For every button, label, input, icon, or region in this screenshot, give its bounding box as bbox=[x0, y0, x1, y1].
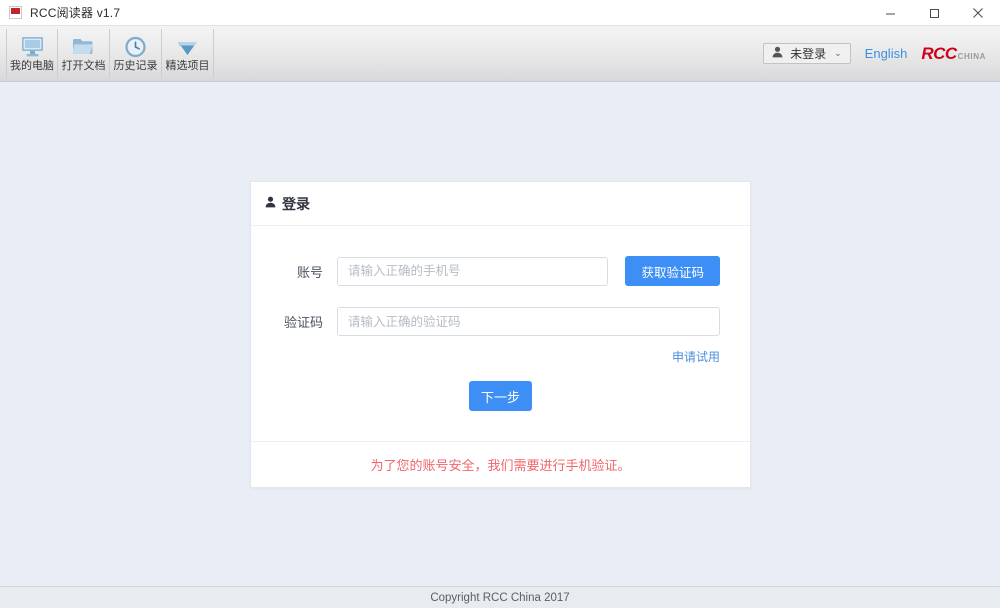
login-card-footer: 为了您的账号安全，我们需要进行手机验证。 bbox=[251, 441, 750, 487]
toolbar-button-history[interactable]: 历史记录 bbox=[110, 29, 162, 78]
folder-icon bbox=[71, 34, 96, 58]
minimize-icon[interactable] bbox=[868, 0, 912, 26]
logo-main-text: RCC bbox=[921, 43, 957, 63]
rcc-china-logo: RCC CHINA bbox=[921, 44, 986, 64]
toolbar-button-open-document[interactable]: 打开文档 bbox=[58, 29, 110, 78]
user-account-dropdown[interactable]: 未登录 ⌄ bbox=[763, 43, 851, 64]
close-icon[interactable] bbox=[956, 0, 1000, 26]
user-status-label: 未登录 bbox=[790, 47, 827, 61]
copyright-text: Copyright RCC China 2017 bbox=[430, 591, 570, 604]
logo-sub-text: CHINA bbox=[957, 51, 986, 61]
account-row: 账号 获取验证码 bbox=[281, 256, 720, 286]
person-icon bbox=[772, 46, 783, 61]
chevron-down-icon: ⌄ bbox=[834, 48, 842, 58]
language-link[interactable]: English bbox=[865, 46, 908, 61]
toolbar-right-group: 未登录 ⌄ English RCC CHINA bbox=[763, 26, 1000, 81]
toolbar-label: 我的电脑 bbox=[10, 60, 54, 72]
content-area: 登录 账号 获取验证码 验证码 申请试用 下一步 bbox=[0, 82, 1000, 586]
trial-link-row: 申请试用 bbox=[281, 348, 720, 365]
submit-row: 下一步 bbox=[281, 381, 720, 441]
login-form: 账号 获取验证码 验证码 申请试用 下一步 bbox=[251, 226, 750, 441]
login-card-header: 登录 bbox=[251, 182, 750, 226]
verification-code-input[interactable] bbox=[337, 307, 720, 336]
clock-icon bbox=[123, 34, 148, 58]
window-title: RCC阅读器 v1.7 bbox=[30, 6, 121, 20]
verification-code-row: 验证码 bbox=[281, 307, 720, 336]
toolbar-label: 打开文档 bbox=[61, 60, 106, 72]
diamond-icon bbox=[175, 34, 200, 58]
maximize-icon[interactable] bbox=[912, 0, 956, 26]
toolbar-button-my-computer[interactable]: 我的电脑 bbox=[6, 29, 58, 78]
get-verification-code-button[interactable]: 获取验证码 bbox=[625, 256, 720, 286]
status-bar: Copyright RCC China 2017 bbox=[0, 586, 1000, 608]
application-window: RCC阅读器 v1.7 我的电脑 打开文档 历史记录 精选项目 未登录 ⌄ En… bbox=[0, 0, 1000, 608]
main-toolbar: 我的电脑 打开文档 历史记录 精选项目 未登录 ⌄ English RCC CH… bbox=[0, 26, 1000, 82]
apply-trial-link[interactable]: 申请试用 bbox=[672, 348, 720, 365]
title-bar: RCC阅读器 v1.7 bbox=[0, 0, 1000, 26]
next-step-button[interactable]: 下一步 bbox=[469, 381, 532, 411]
verification-warning-text: 为了您的账号安全，我们需要进行手机验证。 bbox=[370, 458, 631, 473]
toolbar-button-featured-projects[interactable]: 精选项目 bbox=[162, 29, 214, 78]
toolbar-label: 历史记录 bbox=[113, 60, 158, 72]
account-input[interactable] bbox=[337, 256, 608, 286]
verification-code-label: 验证码 bbox=[283, 315, 323, 330]
window-controls bbox=[868, 0, 1000, 26]
person-icon bbox=[265, 195, 276, 213]
rcc-app-icon bbox=[9, 6, 22, 19]
login-card-title: 登录 bbox=[282, 195, 310, 212]
account-label: 账号 bbox=[296, 264, 323, 280]
toolbar-button-group: 我的电脑 打开文档 历史记录 精选项目 bbox=[0, 26, 214, 81]
monitor-icon bbox=[20, 34, 45, 58]
toolbar-label: 精选项目 bbox=[165, 60, 210, 72]
login-card: 登录 账号 获取验证码 验证码 申请试用 下一步 bbox=[250, 181, 751, 488]
